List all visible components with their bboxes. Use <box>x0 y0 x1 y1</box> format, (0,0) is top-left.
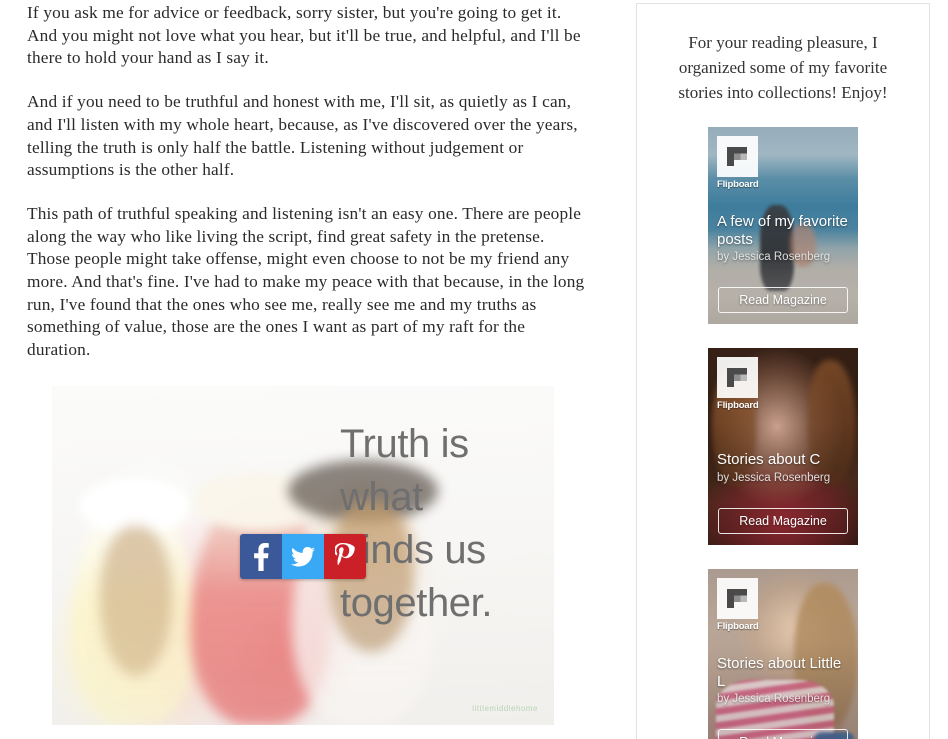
flipboard-wordmark: Flipboard <box>717 179 759 190</box>
flipboard-badge: Flipboard <box>717 357 759 411</box>
quote-line-4: together. <box>340 581 493 625</box>
article-paragraph: This path of truthful speaking and liste… <box>27 203 585 360</box>
read-magazine-button[interactable]: Read Magazine <box>718 287 848 313</box>
magazine-card-body: Stories about Little L by Jessica Rosenb… <box>717 655 849 706</box>
pinterest-icon <box>334 543 356 570</box>
magazine-card-body: A few of my favorite posts by Jessica Ro… <box>717 213 849 264</box>
magazine-card[interactable]: Flipboard A few of my favorite posts by … <box>708 127 858 324</box>
sidebar-intro-text: For your reading pleasure, I organized s… <box>678 33 888 102</box>
flipboard-logo-icon <box>717 136 758 177</box>
magazine-title: A few of my favorite posts <box>717 213 848 248</box>
article-paragraph: And if you need to be truthful and hones… <box>27 92 578 180</box>
flipboard-logo-icon <box>717 357 758 398</box>
flipboard-badge: Flipboard <box>717 578 759 632</box>
magazine-title: Stories about Little L <box>717 655 842 690</box>
magazine-card[interactable]: Flipboard Stories about C by Jessica Ros… <box>708 348 858 545</box>
quote-text: Truth is what binds us together. <box>340 418 540 630</box>
magazine-byline: by Jessica Rosenberg <box>717 693 831 705</box>
quote-line-3: binds us <box>340 528 486 572</box>
twitter-icon <box>291 546 315 567</box>
flipboard-wordmark: Flipboard <box>717 621 759 632</box>
flipboard-wordmark: Flipboard <box>717 400 759 411</box>
share-pinterest-button[interactable] <box>324 534 366 579</box>
magazine-card[interactable]: Flipboard Stories about Little L by Jess… <box>708 569 858 739</box>
share-facebook-button[interactable] <box>240 534 282 579</box>
quote-line-2: what <box>340 475 423 519</box>
hair-left <box>100 526 172 676</box>
social-share-bar <box>240 534 366 579</box>
read-magazine-button[interactable]: Read Magazine <box>718 508 848 534</box>
image-watermark: littlemiddlehome <box>472 704 538 713</box>
quote-line-1: Truth is <box>340 422 469 466</box>
magazine-byline: by Jessica Rosenberg <box>717 251 831 263</box>
magazine-title: Stories about C <box>717 451 821 468</box>
sidebar: For your reading pleasure, I organized s… <box>636 3 930 739</box>
read-magazine-button[interactable]: Read Magazine <box>718 729 848 739</box>
flipboard-logo-icon <box>717 578 758 619</box>
page-root: If you ask me for advice or feedback, so… <box>0 0 948 739</box>
flipboard-badge: Flipboard <box>717 136 759 190</box>
magazine-card-body: Stories about C by Jessica Rosenberg <box>717 451 849 485</box>
share-twitter-button[interactable] <box>282 534 324 579</box>
article-paragraph: If you ask me for advice or feedback, so… <box>27 3 581 68</box>
facebook-icon <box>253 542 269 571</box>
magazine-byline: by Jessica Rosenberg <box>717 471 831 484</box>
